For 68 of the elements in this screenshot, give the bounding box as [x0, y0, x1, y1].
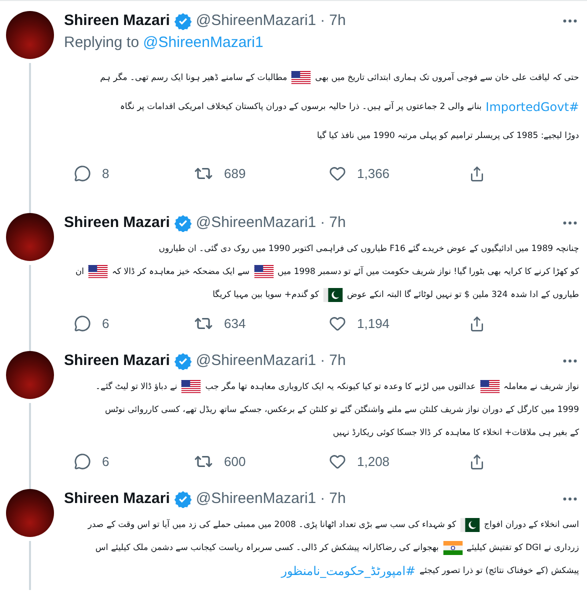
author-handle[interactable]: @ShireenMazari1 — [196, 489, 316, 509]
striped-flag-icon — [181, 380, 202, 394]
like-icon[interactable] — [329, 165, 346, 182]
separator-dot: · — [320, 11, 326, 31]
tweet-text: حتی کہ لیاقت علی خان سے فوجی آمروں تک ہماری ابتدائی تاریخ میں بھی — [315, 71, 579, 84]
tricolour-flag-icon — [442, 540, 463, 554]
tweet-text: نواز شریف نے معاملہ — [504, 380, 579, 394]
author-name[interactable]: Shireen Mazari — [64, 351, 170, 371]
author-name[interactable]: Shireen Mazari — [64, 213, 170, 233]
separator-dot: · — [320, 213, 326, 233]
tweet-text: بنانے والی 2 جماعتوں پر آتے ہیں۔ ذرا حالیہ برسوں کے دوران پاکستان کیخلاف امریکی اقدامات پر نگاہ — [120, 100, 482, 114]
like-count: 1,366 — [357, 166, 390, 181]
author-name[interactable]: Shireen Mazari — [64, 11, 170, 31]
reply-label: Replying to — [64, 33, 140, 53]
striped-flag-icon — [88, 264, 108, 278]
tweet-text: کو شہداء کی سب سے بڑی تعداد اٹھانا پڑی۔ 2008 میں ممبئی حملے کی زد میں آیا تو اس وقت کے صدر — [88, 518, 456, 532]
like-icon[interactable] — [329, 315, 346, 332]
tweet-text: عدالتوں میں لڑنے کا وعدہ تو کیا کیونکہ یہ ایک کاروباری معاہدہ تھا مگر جب — [205, 380, 476, 394]
author-handle[interactable]: @ShireenMazari1 — [196, 351, 316, 371]
separator-dot: · — [320, 489, 326, 509]
striped-flag-icon — [480, 380, 500, 394]
reply-count: 8 — [102, 166, 110, 181]
tweet-text: پیشکش (کے خوفناک نتائج) تو ذرا تصور کیجئے — [420, 564, 579, 578]
author-handle[interactable]: @ShireenMazari1 — [196, 11, 316, 31]
tweet-text: کو گندم+ سویا بین مہیا کریگا — [212, 288, 319, 302]
separator-dot: · — [320, 351, 326, 371]
avatar-image[interactable] — [6, 489, 54, 537]
share-icon[interactable] — [469, 316, 485, 332]
retweet-count: 634 — [224, 316, 246, 331]
tweet-time[interactable]: 7h — [329, 213, 346, 233]
retweet-count: 600 — [224, 454, 246, 469]
tweet-text: چنانچہ 1989 میں ادائیگیوں کے عوض خریدے گئے F16 طیاروں کی فراہمی اکتوبر 1990 میں روک دی گئی۔ ان طیاروں — [158, 242, 579, 256]
reply-icon[interactable] — [74, 165, 91, 182]
tweet-text: طیاروں کے ادا شدہ 324 ملین $ تو نہیں لوٹائے گا البتہ انکے عوض — [346, 288, 579, 302]
crescent-flag-icon — [460, 518, 480, 532]
author-name[interactable]: Shireen Mazari — [64, 489, 170, 509]
like-count: 1,194 — [357, 316, 390, 331]
tweet-text: ان — [75, 266, 84, 278]
tweet-text: بھجوانے کی رضاکارانہ پیشکش کر ڈالی۔ کسی سربراہ ریاست کیجانب سے دشمن ملک کیلیئے اس — [95, 542, 439, 554]
tweet-text: 1999 میں کارگل کے دوران نواز شریف کلنٹن سے ملنے واشنگٹن گئے تو کلنٹن کے برعکس، جسکے ساتھ ریڈل تھے، کسی کارروائی نوٹس — [105, 404, 579, 416]
avatar-image[interactable] — [6, 213, 54, 261]
like-icon[interactable] — [329, 453, 346, 470]
tweet-time[interactable]: 7h — [329, 351, 346, 371]
tweet-text: اسی انخلاء کے دوران افواج — [484, 518, 579, 532]
striped-flag-icon — [254, 264, 274, 278]
reply-icon[interactable] — [74, 453, 91, 470]
like-count: 1,208 — [357, 454, 390, 469]
striped-flag-icon — [291, 70, 312, 84]
share-icon[interactable] — [469, 166, 485, 182]
crescent-flag-icon — [322, 288, 343, 302]
tweet-text: مطالبات کے سامنے ڈھیر ہونا ایک رسم تھی۔ مگر ہم — [100, 72, 288, 84]
share-icon[interactable] — [469, 454, 485, 470]
tweet-text: زرداری نے DGI کو تفتیش کیلیئے — [466, 542, 579, 554]
tweet-text: سے ایک مضحکہ خیز معاہدہ کر ڈالا کہ — [112, 266, 250, 278]
reply-count: 6 — [102, 454, 110, 469]
thread-line — [29, 541, 31, 590]
reply-count: 6 — [102, 316, 110, 331]
retweet-count: 689 — [224, 166, 246, 181]
tweet-text: دوڑا لیجیے: 1985 کی پریسلر ترامیم کو پہلی مرتبہ 1990 میں نافذ کیا گیا — [316, 130, 579, 142]
avatar-image[interactable] — [6, 11, 54, 59]
reply-icon[interactable] — [74, 315, 91, 332]
tweet-time[interactable]: 7h — [329, 11, 346, 31]
tweet-text: نے دباؤ ڈالا تو لیٹ گئے۔ — [96, 380, 178, 394]
tweet-time[interactable]: 7h — [329, 489, 346, 509]
avatar-image[interactable] — [6, 351, 54, 399]
author-handle[interactable]: @ShireenMazari1 — [196, 213, 316, 233]
tweet-text: کو کھڑا کرنے کا کرایہ بھی بٹورا گیا! نواز شریف حکومت میں آئے تو دسمبر 1998 میں — [278, 265, 579, 278]
tweet-text: کے بغیر ہی ملاقات+ انخلاء کا معاہدہ کر ڈالا جسکا کوئی ریکارڈ نہیں — [332, 426, 579, 440]
